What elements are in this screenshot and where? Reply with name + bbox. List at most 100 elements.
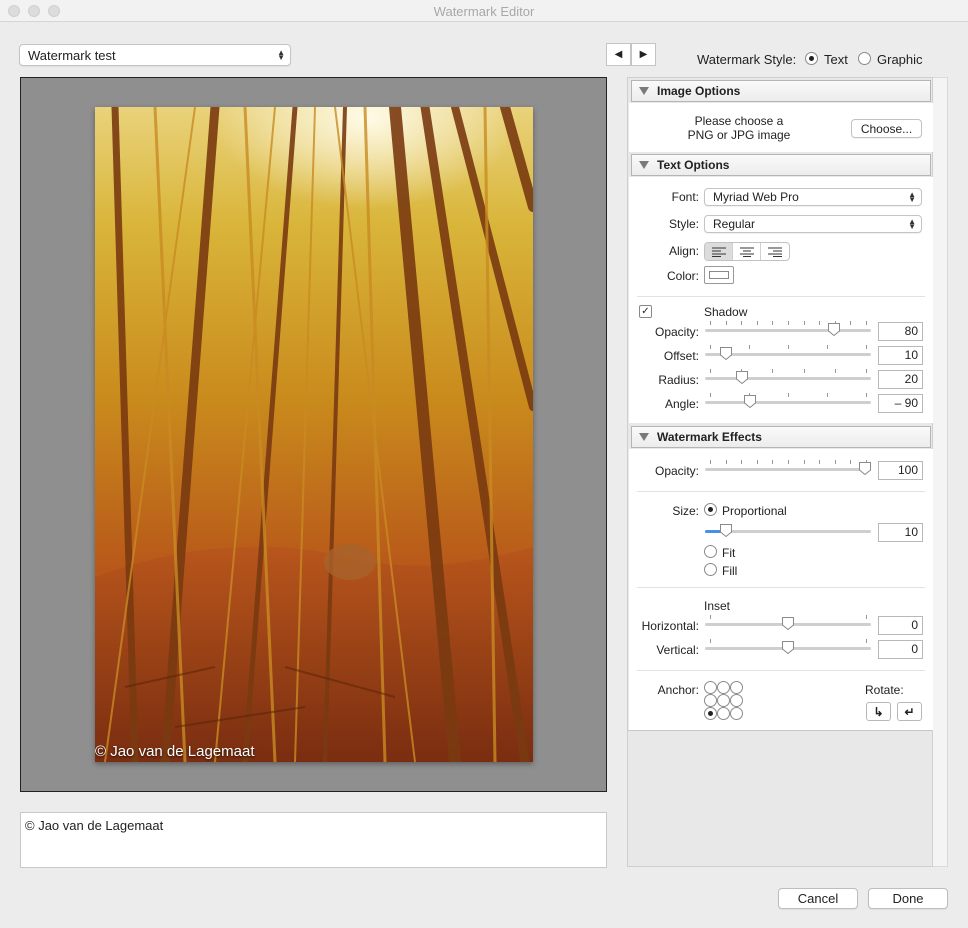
preset-select[interactable]: Watermark test ▲ ▼ [19,44,291,66]
anchor-bottom-right-radio[interactable] [730,707,743,720]
anchor-top-left-radio[interactable] [704,681,717,694]
style-label: Style: [668,217,699,231]
slider-tick [835,460,836,464]
effects-opacity-label: Opacity: [654,464,699,478]
bamboo-forest-image [95,107,533,762]
shadow-angle-label: Angle: [664,397,699,411]
watermark-text-field[interactable]: © Jao van de Lagemaat [20,812,607,868]
vertical-inset-slider[interactable] [705,639,871,655]
cancel-button[interactable]: Cancel [778,888,858,909]
watermark-overlay-text: © Jao van de Lagemaat [95,743,255,760]
slider-tick [749,345,750,349]
slider-tick [710,639,711,643]
rotate-clockwise-button[interactable]: ↳ [866,702,891,721]
anchor-bottom-left-radio[interactable] [704,707,717,720]
effects-opacity-slider[interactable] [705,460,871,476]
anchor-middle-left-radio[interactable] [704,694,717,707]
size-field[interactable]: 10 [878,523,923,542]
color-swatch [709,271,729,279]
font-select[interactable]: Myriad Web Pro ▲ ▼ [704,188,922,206]
shadow-checkbox[interactable]: ✓ [639,305,652,318]
style-select[interactable]: Regular ▲ ▼ [704,215,922,233]
align-right-button[interactable] [761,243,789,260]
size-fill-label: Fill [722,564,738,578]
vertical-inset-field[interactable]: 0 [878,640,923,659]
style-text-radio[interactable] [805,52,818,65]
slider-tick [710,345,711,349]
color-well[interactable] [704,266,734,284]
done-button[interactable]: Done [868,888,948,909]
previous-image-button[interactable]: ◀ [606,43,631,66]
size-fit-label: Fit [722,546,736,560]
divider [628,730,932,731]
size-fit-radio[interactable] [704,545,717,558]
watermark-effects-header[interactable]: Watermark Effects [631,426,931,448]
align-right-icon [768,247,782,257]
next-image-button[interactable]: ▶ [631,43,656,66]
slider-tick [866,639,867,643]
arrow-right-icon: ▶ [639,49,648,60]
horizontal-inset-field[interactable]: 0 [878,616,923,635]
horizontal-inset-slider[interactable] [705,615,871,631]
shadow-angle-field[interactable]: – 90 [878,394,923,413]
shadow-opacity-field[interactable]: 80 [878,322,923,341]
text-options-title: Text Options [657,158,730,172]
slider-thumb[interactable] [744,395,756,409]
anchor-top-center-radio[interactable] [717,681,730,694]
slider-track [705,401,871,404]
image-options-header[interactable]: Image Options [631,80,931,102]
slider-thumb[interactable] [859,462,871,476]
inset-label: Inset [704,599,731,613]
slider-tick [827,393,828,397]
preset-value: Watermark test [28,47,116,63]
anchor-center-radio[interactable] [717,694,730,707]
align-center-button[interactable] [733,243,761,260]
watermark-editor-window: Watermark Editor Watermark test ▲ ▼ ◀ ▶ W… [0,0,968,928]
slider-tick [850,460,851,464]
slider-thumb[interactable] [782,641,794,655]
watermark-effects-body: Opacity: 100 Size: Proportional 10 Fit F… [629,449,933,730]
shadow-radius-field[interactable]: 20 [878,370,923,389]
slider-tick [772,460,773,464]
slider-thumb[interactable] [720,347,732,361]
slider-tick [835,369,836,373]
chevron-updown-icon: ▲ ▼ [277,48,285,62]
watermark-style-label: Watermark Style: [697,52,797,67]
slider-tick [772,321,773,325]
size-fill-radio[interactable] [704,563,717,576]
style-graphic-radio[interactable] [858,52,871,65]
align-left-button[interactable] [705,243,733,260]
slider-thumb[interactable] [720,524,732,538]
horizontal-label: Horizontal: [641,619,699,633]
shadow-opacity-slider[interactable] [705,321,871,337]
rotate-ccw-icon: ↵ [904,704,915,719]
slider-thumb[interactable] [782,617,794,631]
panel-scrollbar[interactable] [933,77,948,867]
anchor-bottom-center-radio[interactable] [717,707,730,720]
rotate-counterclockwise-button[interactable]: ↵ [897,702,922,721]
size-proportional-radio[interactable] [704,503,717,516]
shadow-radius-slider[interactable] [705,369,871,385]
slider-tick [866,393,867,397]
choose-image-button[interactable]: Choose... [851,119,922,138]
shadow-opacity-label: Opacity: [654,325,699,339]
align-segmented-control [704,242,790,261]
shadow-offset-slider[interactable] [705,345,871,361]
effects-opacity-field[interactable]: 100 [878,461,923,480]
shadow-angle-slider[interactable] [705,393,871,409]
slider-track [705,377,871,380]
text-options-header[interactable]: Text Options [631,154,931,176]
preview-photo: © Jao van de Lagemaat [95,107,533,762]
slider-tick [804,321,805,325]
slider-tick [741,460,742,464]
slider-tick [866,321,867,325]
size-slider[interactable] [705,524,871,538]
shadow-offset-field[interactable]: 10 [878,346,923,365]
align-center-icon [739,247,754,257]
slider-tick [819,321,820,325]
anchor-top-right-radio[interactable] [730,681,743,694]
disclosure-triangle-icon [639,433,649,441]
slider-thumb[interactable] [736,371,748,385]
anchor-middle-right-radio[interactable] [730,694,743,707]
slider-thumb[interactable] [828,323,840,337]
